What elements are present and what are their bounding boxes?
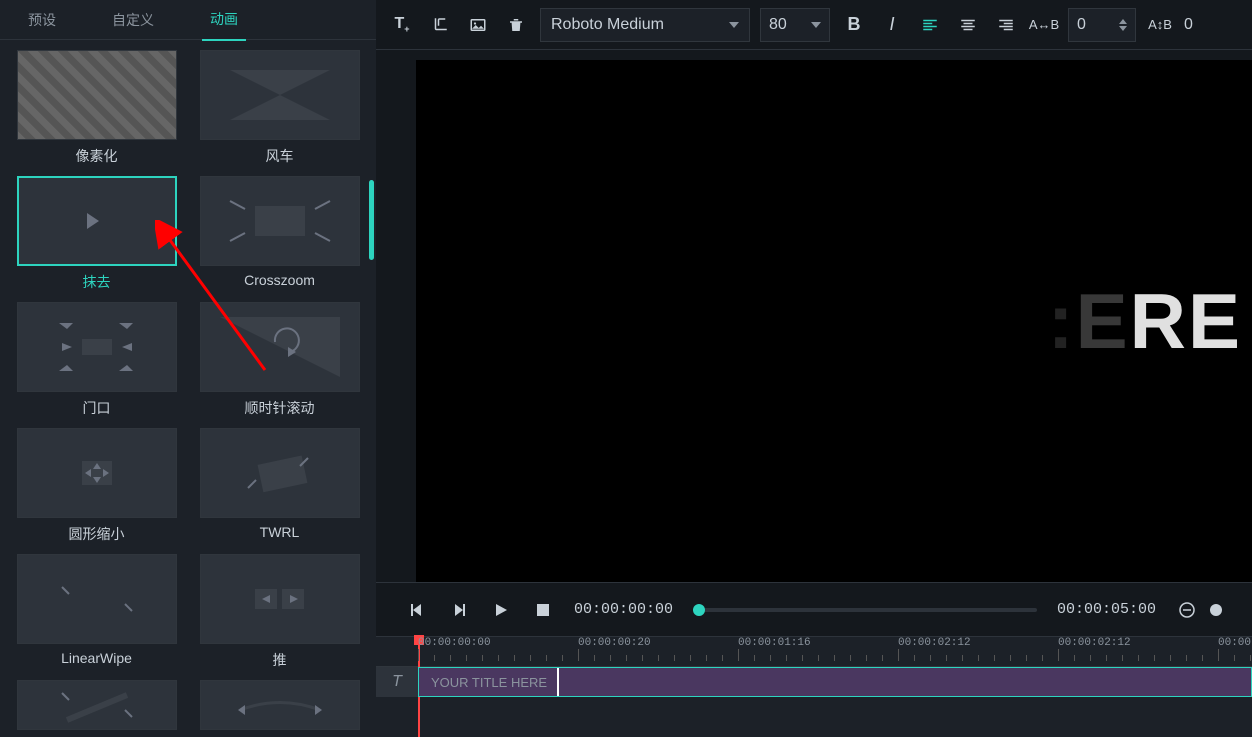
- prev-frame-button[interactable]: [406, 599, 428, 621]
- font-size-select[interactable]: 80: [760, 8, 830, 42]
- title-clip[interactable]: YOUR TITLE HERE: [418, 667, 1252, 697]
- stop-button[interactable]: [532, 599, 554, 621]
- line-height-icon: A↕B: [1146, 11, 1174, 39]
- track-head-text[interactable]: T: [376, 667, 418, 697]
- anim-item-doorway[interactable]: 门口: [10, 302, 183, 418]
- ruler-label: 00:00:01:16: [738, 637, 811, 649]
- anim-item-windmill[interactable]: 风车: [193, 50, 366, 166]
- animation-sidebar: 预设 自定义 动画 像素化 风车 抹去 Crosszoom: [0, 0, 376, 736]
- zoom-out-button[interactable]: [1176, 599, 1198, 621]
- anim-item-wipe[interactable]: 抹去: [10, 176, 183, 292]
- timeline-ruler[interactable]: 00:00:00:00 00:00:00:20 00:00:01:16 00:00:0…: [376, 637, 1252, 667]
- add-text-button[interactable]: T+: [388, 11, 416, 39]
- duration-time: 00:00:05:00: [1057, 601, 1156, 618]
- timeline: 00:00:00:00 00:00:00:20 00:00:01:16 00:00:0…: [376, 636, 1252, 736]
- line-height-value: 0: [1184, 16, 1193, 34]
- tab-animation[interactable]: 动画: [202, 0, 246, 41]
- tab-custom[interactable]: 自定义: [104, 0, 162, 40]
- ruler-label: 00:00:02:12: [898, 637, 971, 649]
- anim-item-push[interactable]: 推: [193, 554, 366, 670]
- anim-item-linearwipe[interactable]: LinearWipe: [10, 554, 183, 670]
- ruler-label: 00:00:04: [1218, 637, 1252, 649]
- zoom-dot[interactable]: [1210, 604, 1222, 616]
- next-frame-button[interactable]: [448, 599, 470, 621]
- align-center-button[interactable]: [954, 11, 982, 39]
- animation-grid: 像素化 风车 抹去 Crosszoom 门口 顺时针滚动: [0, 40, 376, 736]
- delete-button[interactable]: [502, 11, 530, 39]
- playback-controls: 00:00:00:00 00:00:05:00: [376, 582, 1252, 636]
- chevron-down-icon: [729, 22, 739, 28]
- current-time: 00:00:00:00: [574, 601, 673, 618]
- anim-item-clockwise[interactable]: 顺时针滚动: [193, 302, 366, 418]
- align-right-button[interactable]: [992, 11, 1020, 39]
- playback-slider[interactable]: [693, 608, 1037, 612]
- italic-button[interactable]: I: [878, 11, 906, 39]
- anim-item-extra2[interactable]: [193, 680, 366, 736]
- ruler-label: 00:00:00:00: [418, 637, 491, 649]
- ruler-label: 00:00:00:20: [578, 637, 651, 649]
- anim-item-pixelate[interactable]: 像素化: [10, 50, 183, 166]
- bold-button[interactable]: B: [840, 11, 868, 39]
- image-button[interactable]: [464, 11, 492, 39]
- anim-item-crosszoom[interactable]: Crosszoom: [193, 176, 366, 292]
- anim-item-twrl[interactable]: TWRL: [193, 428, 366, 544]
- text-track: T YOUR TITLE HERE: [376, 667, 1252, 697]
- align-left-button[interactable]: [916, 11, 944, 39]
- title-text[interactable]: :ERE: [1048, 276, 1242, 367]
- tab-preset[interactable]: 预设: [20, 0, 64, 40]
- anim-item-extra1[interactable]: [10, 680, 183, 736]
- play-button[interactable]: [490, 599, 512, 621]
- chevron-down-icon: [811, 22, 821, 28]
- font-family-select[interactable]: Roboto Medium: [540, 8, 750, 42]
- anim-item-circleshrink[interactable]: 圆形缩小: [10, 428, 183, 544]
- main-area: T+ Roboto Medium 80 B I A↔B 0 A↕B 0: [376, 0, 1252, 736]
- clip-marker[interactable]: [557, 668, 559, 696]
- letter-spacing-icon: A↔B: [1030, 11, 1058, 39]
- preview-canvas[interactable]: :ERE: [416, 60, 1252, 582]
- letter-spacing-input[interactable]: 0: [1068, 8, 1136, 42]
- sidebar-tabs: 预设 自定义 动画: [0, 0, 376, 40]
- sidebar-scrollbar[interactable]: [369, 180, 374, 260]
- crop-button[interactable]: [426, 11, 454, 39]
- ruler-label: 00:00:02:12: [1058, 637, 1131, 649]
- text-toolbar: T+ Roboto Medium 80 B I A↔B 0 A↕B 0: [376, 0, 1252, 50]
